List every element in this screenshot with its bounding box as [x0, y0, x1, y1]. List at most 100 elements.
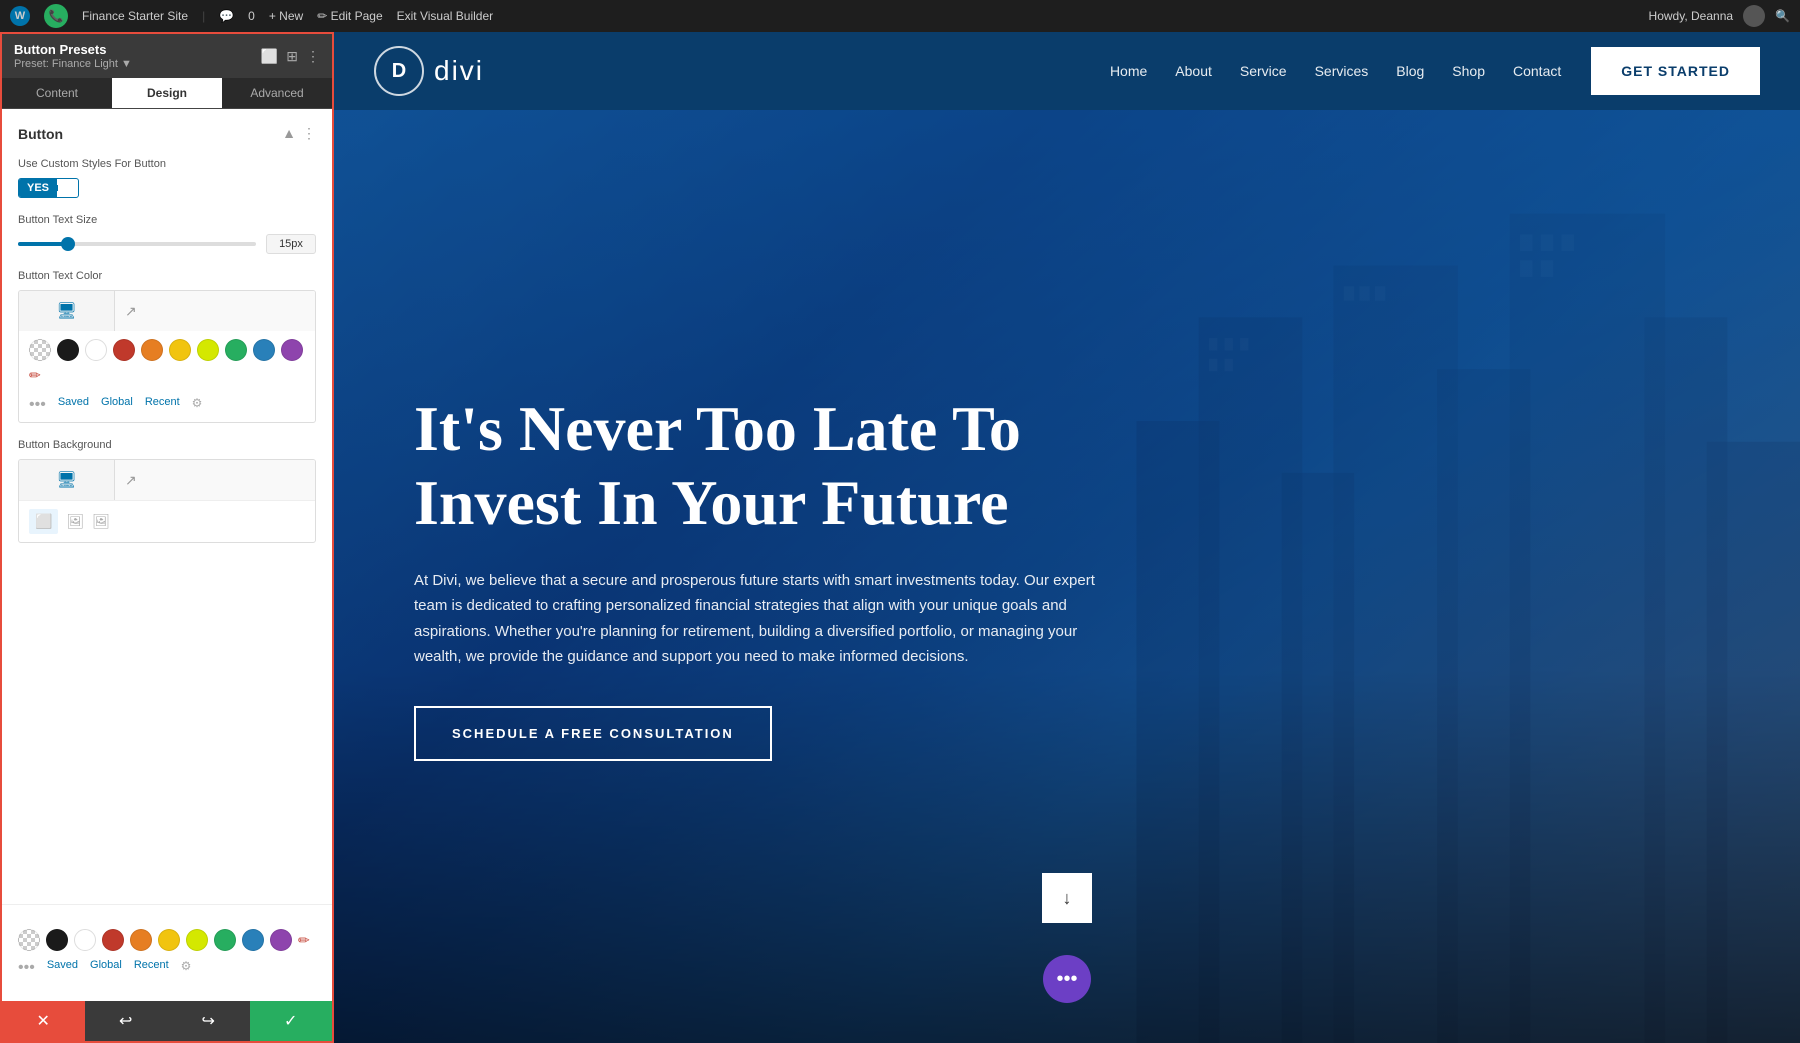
panel-footer: ✕ ↩ ↪ ✓ [2, 1001, 332, 1041]
bottom-color-edit-icon[interactable]: ✏ [298, 932, 310, 949]
toggle-yes: YES [19, 179, 57, 197]
swatch-black[interactable] [57, 339, 79, 361]
admin-bar: W 📞 Finance Starter Site | 💬 0 + New ✏ E… [0, 0, 1800, 32]
site-name[interactable]: Finance Starter Site [82, 9, 188, 23]
site-logo: D divi [374, 46, 484, 96]
panel-icon-resize[interactable]: ⬜ [261, 48, 278, 65]
color-settings-icon[interactable]: ⚙ [192, 396, 203, 414]
color-tabs-row: ••• Saved Global Recent ⚙ [19, 392, 315, 422]
close-icon: ✕ [37, 1011, 50, 1031]
color-input-area[interactable]: ↗ [115, 291, 315, 331]
tab-advanced[interactable]: Advanced [222, 78, 332, 108]
button-text-color-field: Button Text Color 🖥 ↗ [18, 270, 316, 423]
bg-color-input[interactable]: ↗ [115, 460, 315, 500]
bottom-swatch-transparent[interactable] [18, 929, 40, 951]
avatar[interactable] [1743, 5, 1765, 27]
panel-header-icons: ⬜ ⊞ ⋮ [261, 48, 320, 65]
button-text-size-label: Button Text Size [18, 214, 316, 226]
nav-service[interactable]: Service [1240, 63, 1287, 79]
bottom-dots-icon[interactable]: ••• [18, 959, 35, 977]
nav-home[interactable]: Home [1110, 63, 1147, 79]
global-tab[interactable]: Global [101, 396, 133, 414]
collapse-icon[interactable]: ▲ [282, 125, 296, 142]
panel-subtitle[interactable]: Preset: Finance Light ▼ [14, 58, 132, 70]
color-edit-icon[interactable]: ✏ [29, 367, 41, 384]
swatch-white[interactable] [85, 339, 107, 361]
panel-icon-more[interactable]: ⋮ [306, 48, 320, 65]
button-background-label: Button Background [18, 439, 316, 451]
swatch-transparent[interactable] [29, 339, 51, 361]
bg-type-row: ⬜ 🖼 🖼 [19, 500, 315, 542]
bottom-settings-icon[interactable]: ⚙ [181, 959, 192, 977]
bg-gradient-icon[interactable]: 🖼 [66, 513, 84, 530]
edit-page-button[interactable]: ✏ Edit Page [317, 9, 382, 23]
bg-image-icon[interactable]: 🖼 [92, 513, 110, 530]
saved-tab[interactable]: Saved [58, 396, 89, 414]
scroll-down-button[interactable]: ↓ [1042, 873, 1092, 923]
tab-content[interactable]: Content [2, 78, 112, 108]
comments-count[interactable]: 0 [248, 9, 255, 23]
color-preview-row: 🖥 ↗ [19, 291, 315, 331]
new-button[interactable]: + New [269, 9, 303, 23]
swatch-red[interactable] [113, 339, 135, 361]
swatch-yellow[interactable] [169, 339, 191, 361]
swatch-orange[interactable] [141, 339, 163, 361]
slider-value[interactable]: 15px [266, 234, 316, 254]
exit-builder-button[interactable]: Exit Visual Builder [397, 9, 494, 23]
dots-icon[interactable]: ••• [29, 396, 46, 414]
swatch-green[interactable] [225, 339, 247, 361]
panel-icon-grid[interactable]: ⊞ [286, 48, 298, 65]
nav-contact[interactable]: Contact [1513, 63, 1561, 79]
undo-button[interactable]: ↩ [85, 1001, 168, 1041]
bottom-swatch-red[interactable] [102, 929, 124, 951]
bottom-swatch-lime[interactable] [186, 929, 208, 951]
admin-bar-right: Howdy, Deanna 🔍 [1649, 5, 1790, 27]
bottom-swatch-blue[interactable] [242, 929, 264, 951]
bg-monitor-icon[interactable]: 🖥 [19, 460, 115, 500]
bg-fill-icon[interactable]: ⬜ [29, 509, 58, 534]
bottom-swatch-white[interactable] [74, 929, 96, 951]
bottom-saved-tab[interactable]: Saved [47, 959, 78, 977]
close-button[interactable]: ✕ [2, 1001, 85, 1041]
logo-text: divi [434, 55, 484, 87]
fab-button[interactable]: ••• [1043, 955, 1091, 1003]
cta-button[interactable]: SCHEDULE A FREE CONSULTATION [414, 706, 772, 761]
toggle-container: YES [18, 178, 316, 198]
nav-links: Home About Service Services Blog Shop Co… [1110, 63, 1561, 79]
scroll-arrow-icon: ↓ [1063, 888, 1072, 909]
bottom-recent-tab[interactable]: Recent [134, 959, 169, 977]
section-more-icon[interactable]: ⋮ [302, 125, 316, 142]
confirm-button[interactable]: ✓ [250, 1001, 333, 1041]
nav-services[interactable]: Services [1315, 63, 1369, 79]
bottom-swatch-green[interactable] [214, 929, 236, 951]
slider-thumb[interactable] [61, 237, 75, 251]
confirm-icon: ✓ [284, 1011, 297, 1031]
nav-about[interactable]: About [1175, 63, 1212, 79]
bg-color-preview-row: 🖥 ↗ [19, 460, 315, 500]
tab-design[interactable]: Design [112, 78, 222, 108]
panel-header: Button Presets Preset: Finance Light ▼ ⬜… [2, 34, 332, 78]
bottom-swatch-purple[interactable] [270, 929, 292, 951]
bottom-swatch-black[interactable] [46, 929, 68, 951]
logo-circle: D [374, 46, 424, 96]
nav-blog[interactable]: Blog [1396, 63, 1424, 79]
get-started-button[interactable]: GET STARTED [1591, 47, 1760, 95]
bottom-global-tab[interactable]: Global [90, 959, 122, 977]
custom-styles-toggle[interactable]: YES [18, 178, 79, 198]
swatch-lime[interactable] [197, 339, 219, 361]
redo-button[interactable]: ↪ [167, 1001, 250, 1041]
panel-title: Button Presets [14, 42, 132, 57]
slider-container: 15px [18, 234, 316, 254]
swatch-blue[interactable] [253, 339, 275, 361]
site-icon: 📞 [44, 4, 68, 28]
bottom-swatch-orange[interactable] [130, 929, 152, 951]
color-picker-text: 🖥 ↗ [18, 290, 316, 423]
wp-logo-icon[interactable]: W [10, 6, 30, 26]
bottom-swatch-yellow[interactable] [158, 929, 180, 951]
swatch-purple[interactable] [281, 339, 303, 361]
nav-shop[interactable]: Shop [1452, 63, 1485, 79]
slider-fill [18, 242, 66, 246]
search-icon[interactable]: 🔍 [1775, 9, 1790, 23]
monitor-device-icon[interactable]: 🖥 [19, 291, 115, 331]
recent-tab[interactable]: Recent [145, 396, 180, 414]
